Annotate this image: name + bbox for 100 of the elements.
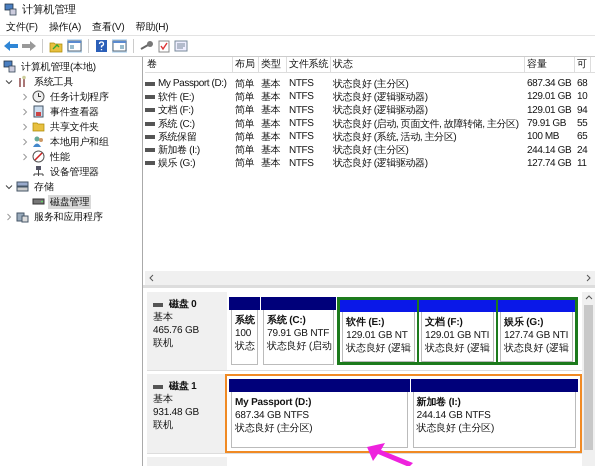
disk-status: 联机	[153, 337, 174, 350]
tree-item[interactable]: 共享文件夹	[48, 120, 102, 134]
disk-name: 磁盘 0	[169, 298, 197, 311]
tree-item[interactable]: 事件查看器	[48, 104, 102, 118]
table-cell: NTFS	[289, 91, 314, 102]
list-icon[interactable]	[174, 40, 188, 52]
tree-item[interactable]: 性能	[48, 150, 72, 164]
partition-text: 状态良好 (逻辑	[425, 342, 491, 355]
table-cell: 687.34 GB	[527, 78, 572, 90]
forward-arrow-icon[interactable]	[22, 40, 36, 52]
table-cell-text: 简单	[235, 156, 254, 170]
table-cell-text: 简单	[235, 130, 254, 144]
chevron-icon[interactable]	[4, 78, 12, 86]
scroll-thumb[interactable]	[584, 305, 593, 450]
table-cell: NTFS	[289, 144, 314, 156]
disk-name: 磁盘 1	[169, 380, 197, 394]
table-cell: NTFS	[289, 158, 314, 169]
tree-item[interactable]: 本地用户和组	[48, 134, 111, 148]
scroll-up-icon[interactable]	[584, 294, 592, 302]
tree-item[interactable]: 计算机管理(本地)	[19, 60, 98, 74]
scroll-left-icon[interactable]	[148, 274, 156, 282]
tree-item[interactable]: 服务和应用程序	[32, 210, 105, 224]
tree-item[interactable]: 存储	[32, 180, 56, 194]
log-icon	[32, 105, 45, 118]
partition-text: 状态良好 (逻辑	[346, 342, 412, 355]
partition[interactable]: 新加卷 (I:) 244.14 GB NTFS 状态良好 (主分区)	[410, 379, 578, 448]
table-cell: 79.91 GB	[527, 118, 566, 130]
column-header[interactable]: 卷	[145, 57, 233, 72]
panel-icon[interactable]	[67, 39, 82, 53]
partition-text: 100	[235, 327, 252, 340]
partition[interactable]: 系统 100 状态	[229, 297, 260, 366]
horizontal-scrollbar[interactable]	[145, 271, 595, 285]
table-cell-text: 简单	[235, 144, 254, 158]
partition-text: 79.91 GB NTF	[267, 327, 330, 340]
table-cell: 127.74 GB	[527, 158, 572, 169]
table-cell-text: 系统保留	[158, 130, 196, 144]
table-cell: 68	[577, 78, 588, 90]
tree-item[interactable]: 磁盘管理	[48, 194, 92, 208]
table-cell-text: 基本	[261, 118, 280, 131]
pointer-arrow-drawing	[365, 443, 415, 466]
tree-item[interactable]: 设备管理器	[48, 164, 102, 178]
table-cell: NTFS	[289, 78, 314, 90]
table-cell-text: 娱乐 (G:)	[158, 156, 196, 170]
partition-text: 687.34 GB NTFS	[235, 409, 310, 422]
column-header[interactable]: 文件系统	[287, 57, 331, 72]
table-cell: NTFS	[289, 118, 314, 130]
computer-icon	[3, 60, 16, 73]
column-header[interactable]: 布局	[233, 57, 259, 72]
partition-text: 127.74 GB NTI	[504, 329, 570, 342]
table-cell-text: 简单	[235, 118, 254, 131]
partition[interactable]: 文档 (F:) 129.01 GB NTI 状态良好 (逻辑	[419, 300, 496, 362]
disk-size: 465.76 GB	[153, 324, 200, 337]
vertical-scrollbar[interactable]	[582, 292, 595, 466]
partition[interactable]: 软件 (E:) 129.01 GB NT 状态良好 (逻辑	[340, 300, 418, 362]
tree-item[interactable]: 任务计划程序	[48, 90, 111, 104]
column-header[interactable]: 可	[575, 57, 591, 72]
column-header[interactable]: 容量	[525, 57, 575, 72]
partition-text: 状态良好 (主分区)	[235, 422, 314, 436]
table-cell-text: 软件 (E:)	[158, 90, 194, 104]
partition-text: 状态良好 (启动	[267, 340, 332, 353]
back-arrow-icon[interactable]	[4, 40, 18, 52]
table-cell-text: 简单	[235, 90, 254, 104]
table-cell: 55	[577, 118, 588, 130]
column-header[interactable]: 状态	[331, 57, 525, 72]
table-cell-text: 简单	[235, 104, 254, 118]
table-cell-text: 基本	[261, 156, 280, 170]
menu-item[interactable]: 操作(A)	[48, 20, 82, 34]
table-cell-text: 基本	[261, 90, 280, 104]
table-cell-text: 新加卷 (I:)	[158, 144, 200, 158]
menu-item[interactable]: 帮助(H)	[135, 20, 168, 34]
partition[interactable]: 系统 (C:) 79.91 GB NTF 状态良好 (启动	[261, 297, 336, 366]
computer-management-icon	[4, 2, 17, 16]
disk-type: 基本	[153, 311, 174, 324]
partition-text: 129.01 GB NT	[346, 329, 409, 342]
partition-text: 系统 (C:)	[267, 314, 307, 327]
folder-icon[interactable]	[49, 40, 63, 52]
tree-item[interactable]: 系统工具	[32, 74, 76, 88]
users-icon	[32, 135, 45, 148]
partition-text: 系统	[235, 314, 256, 327]
chevron-icon[interactable]	[4, 182, 12, 190]
column-header[interactable]: 类型	[259, 57, 287, 72]
partition[interactable]: My Passport (D:) 687.34 GB NTFS 状态良好 (主分区)	[229, 379, 410, 448]
tools-icon	[16, 75, 29, 88]
table-cell-text: 文档 (F:)	[158, 104, 194, 118]
storage-icon	[16, 180, 29, 193]
help-icon[interactable]	[95, 39, 108, 53]
table-cell-text: 基本	[261, 144, 280, 158]
menu-item[interactable]: 文件(F)	[6, 20, 38, 34]
table-cell-text: 状态良好 (启动, 页面文件, 故障转储, 主分区)	[333, 118, 519, 131]
table-cell: My Passport (D:)	[158, 78, 227, 90]
table-cell: 24	[577, 144, 588, 156]
scroll-right-icon[interactable]	[584, 274, 592, 282]
panel-icon[interactable]	[112, 39, 127, 53]
menu-item[interactable]: 查看(V)	[92, 20, 124, 34]
table-cell-text: 系统 (C:)	[158, 118, 195, 131]
partition-text: 文档 (F:)	[425, 316, 464, 329]
partition[interactable]: 娱乐 (G:) 127.74 GB NTI 状态良好 (逻辑	[498, 300, 576, 362]
table-cell: 10	[577, 91, 588, 102]
checklist-icon[interactable]	[158, 40, 170, 52]
table-cell: 65	[577, 131, 588, 142]
